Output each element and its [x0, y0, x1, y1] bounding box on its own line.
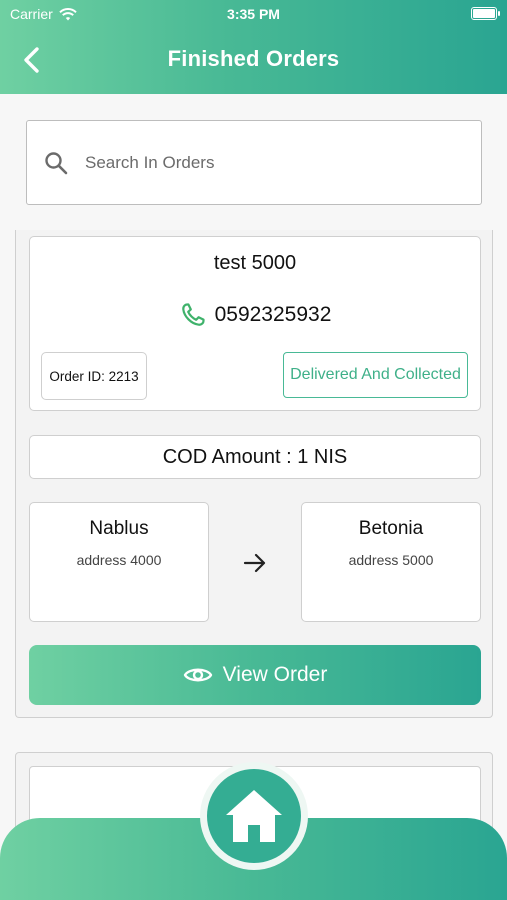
status-badge: Delivered And Collected — [283, 352, 468, 398]
view-order-button[interactable]: View Order — [29, 645, 481, 705]
view-order-label: View Order — [222, 663, 328, 686]
home-button[interactable] — [207, 769, 301, 863]
search-input[interactable]: Search In Orders — [26, 120, 482, 205]
order-id-badge: Order ID: 2213 — [41, 352, 147, 400]
phone-icon — [181, 303, 205, 326]
eye-icon — [183, 668, 212, 682]
order-info-panel: test 5000 0592325932 Order ID: 2213 Deli… — [29, 236, 481, 411]
app-header: Carrier 3:35 PM Finished Orders — [0, 0, 507, 94]
pickup-city: Nablus — [89, 518, 149, 539]
search-placeholder: Search In Orders — [85, 152, 215, 172]
home-icon — [226, 790, 282, 842]
order-card: test 5000 0592325932 Order ID: 2213 Deli… — [15, 230, 493, 718]
status-time: 3:35 PM — [227, 6, 280, 22]
dropoff-city: Betonia — [358, 518, 424, 539]
customer-name: test 5000 — [213, 252, 297, 274]
phone-number: 0592325932 — [214, 303, 332, 326]
home-button-ring — [200, 762, 308, 870]
dropoff-location: Betonia address 5000 — [301, 502, 481, 622]
arrow-right-icon — [243, 553, 266, 573]
dropoff-address: address 5000 — [348, 552, 434, 568]
customer-phone[interactable]: 0592325932 — [30, 301, 480, 329]
status-bar: Carrier 3:35 PM — [0, 6, 507, 24]
pickup-address: address 4000 — [76, 552, 162, 568]
search-icon — [45, 151, 68, 174]
pickup-location: Nablus address 4000 — [29, 502, 209, 622]
page-title: Finished Orders — [167, 46, 340, 71]
battery-icon — [471, 7, 500, 20]
cod-amount: COD Amount : 1 NIS — [29, 435, 481, 479]
